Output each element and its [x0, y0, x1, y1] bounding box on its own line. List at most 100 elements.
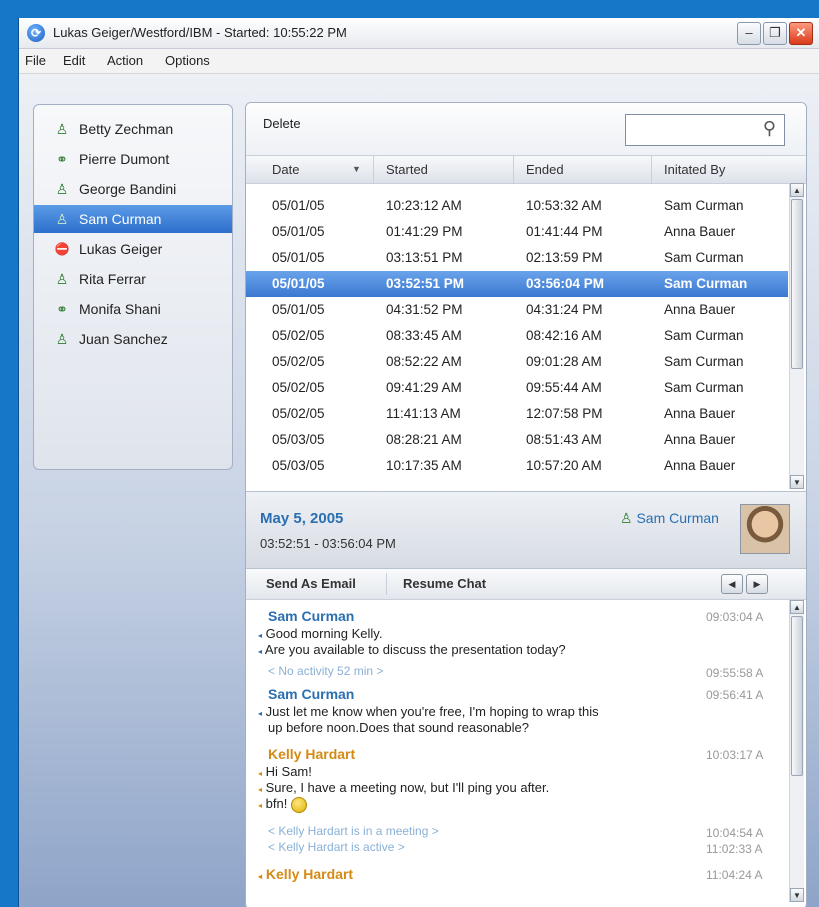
cell-date: 05/01/05 [272, 302, 325, 317]
table-row[interactable]: 05/01/05 04:31:52 PM 04:31:24 PM Anna Ba… [246, 297, 788, 323]
detail-person[interactable]: ♙ Sam Curman [620, 510, 719, 527]
column-date[interactable]: Date ▼ [246, 156, 374, 183]
column-ended[interactable]: Ended [514, 156, 652, 183]
title-bar[interactable]: ⟳ Lukas Geiger/Westford/IBM - Started: 1… [19, 18, 819, 49]
contact-name: Rita Ferrar [79, 271, 146, 287]
conversation-detail: May 5, 2005 03:52:51 - 03:56:04 PM ♙ Sam… [246, 491, 806, 569]
cell-date: 05/01/05 [272, 224, 325, 239]
app-icon: ⟳ [27, 24, 45, 42]
app-window: ⟳ Lukas Geiger/Westford/IBM - Started: 1… [18, 18, 819, 907]
message-line: ◂ bfn! [258, 796, 308, 813]
next-arrow-icon[interactable]: ▶ [746, 574, 768, 594]
scroll-up-icon[interactable]: ▲ [790, 183, 804, 197]
menu-options[interactable]: Options [165, 53, 210, 68]
table-row[interactable]: 05/01/05 01:41:29 PM 01:41:44 PM Anna Ba… [246, 219, 788, 245]
scroll-down-icon[interactable]: ▼ [790, 475, 804, 489]
search-input[interactable]: ⚲ [625, 114, 785, 146]
cell-ended: 10:53:32 AM [526, 198, 602, 213]
table-row-selected[interactable]: 05/01/05 03:52:51 PM 03:56:04 PM Sam Cur… [246, 271, 788, 297]
cell-initiated-by: Sam Curman [664, 328, 744, 343]
table-scrollbar[interactable]: ▲ ▼ [789, 183, 804, 489]
cell-initiated-by: Anna Bauer [664, 302, 736, 317]
cell-ended: 02:13:59 PM [526, 250, 603, 265]
scroll-thumb[interactable] [791, 199, 803, 369]
send-as-email-button[interactable]: Send As Email [266, 576, 356, 591]
cell-date: 05/03/05 [272, 432, 325, 447]
menu-action[interactable]: Action [107, 53, 143, 68]
table-row[interactable]: 05/01/05 03:13:51 PM 02:13:59 PM Sam Cur… [246, 245, 788, 271]
previous-arrow-icon[interactable]: ◀ [721, 574, 743, 594]
contact-name: Monifa Shani [79, 301, 161, 317]
contact-item[interactable]: ♙ Juan Sanchez [34, 325, 232, 353]
do-not-disturb-icon: ⛔ [54, 242, 70, 256]
message-time: 10:03:17 A [706, 748, 764, 762]
detail-date: May 5, 2005 [260, 510, 344, 527]
scroll-down-icon[interactable]: ▼ [790, 888, 804, 902]
contact-item-selected[interactable]: ♙ Sam Curman [34, 205, 232, 233]
contact-item[interactable]: ⚭ Pierre Dumont [34, 145, 232, 173]
cell-initiated-by: Anna Bauer [664, 432, 736, 447]
cell-ended: 12:07:58 PM [526, 406, 603, 421]
close-button[interactable]: ✕ [789, 22, 813, 45]
cell-started: 10:17:35 AM [386, 458, 462, 473]
table-row[interactable]: 05/03/05 10:17:35 AM 10:57:20 AM Anna Ba… [246, 453, 788, 479]
message-sender: Kelly Hardart [268, 746, 356, 762]
table-header: Date ▼ Started Ended Initated By [246, 155, 806, 184]
cell-ended: 04:31:24 PM [526, 302, 603, 317]
menu-file[interactable]: File [25, 53, 46, 68]
table-row[interactable]: 05/02/05 08:52:22 AM 09:01:28 AM Sam Cur… [246, 349, 788, 375]
table-row[interactable]: 05/02/05 11:41:13 AM 12:07:58 PM Anna Ba… [246, 401, 788, 427]
cell-initiated-by: Anna Bauer [664, 224, 736, 239]
cell-ended: 01:41:44 PM [526, 224, 603, 239]
person-icon: ♙ [55, 331, 69, 347]
table-row[interactable]: 05/02/05 08:33:45 AM 08:42:16 AM Sam Cur… [246, 323, 788, 349]
smiley-icon [291, 796, 308, 813]
person-icon: ♙ [55, 271, 69, 287]
contact-item[interactable]: ♙ George Bandini [34, 175, 232, 203]
cell-ended: 03:56:04 PM [526, 276, 605, 291]
table-row[interactable]: 05/01/05 10:23:12 AM 10:53:32 AM Sam Cur… [246, 193, 788, 219]
contact-item[interactable]: ♙ Rita Ferrar [34, 265, 232, 293]
menu-edit[interactable]: Edit [63, 53, 85, 68]
message-line: ◂ Good morning Kelly. [258, 626, 383, 641]
cell-date: 05/01/05 [272, 250, 325, 265]
cell-initiated-by: Anna Bauer [664, 406, 736, 421]
cell-ended: 09:55:44 AM [526, 380, 602, 395]
minimize-button[interactable]: – [737, 22, 761, 45]
delete-button[interactable]: Delete [263, 116, 301, 131]
table-row[interactable]: 05/02/05 09:41:29 AM 09:55:44 AM Sam Cur… [246, 375, 788, 401]
menu-bar: File Edit Action Options [19, 49, 819, 74]
chat-scrollbar[interactable]: ▲ ▼ [789, 600, 804, 902]
cell-date: 05/02/05 [272, 380, 325, 395]
message-sender: Sam Curman [268, 686, 355, 702]
contact-item[interactable]: ⛔ Lukas Geiger [34, 235, 232, 263]
column-started[interactable]: Started [374, 156, 514, 183]
message-time: 10:04:54 A [706, 826, 764, 840]
detail-person-name: Sam Curman [636, 510, 719, 526]
scroll-up-icon[interactable]: ▲ [790, 600, 804, 614]
scroll-thumb[interactable] [791, 616, 803, 776]
message-time: 09:55:58 A [706, 666, 764, 680]
resume-chat-button[interactable]: Resume Chat [403, 576, 486, 591]
chat-toolbar: Send As Email Resume Chat ◀ ▶ [246, 569, 806, 600]
cell-initiated-by: Sam Curman [664, 198, 744, 213]
cell-initiated-by: Sam Curman [664, 380, 744, 395]
contact-item[interactable]: ♙ Betty Zechman [34, 115, 232, 143]
message-time: 11:02:33 A [706, 842, 763, 856]
person-icon: ♙ [55, 121, 69, 137]
column-initiated-by[interactable]: Initated By [652, 156, 800, 183]
contact-list: ♙ Betty Zechman ⚭ Pierre Dumont ♙ George… [33, 104, 233, 470]
contact-item[interactable]: ⚭ Monifa Shani [34, 295, 232, 323]
person-icon: ♙ [55, 181, 69, 197]
search-icon[interactable]: ⚲ [763, 118, 776, 139]
message-line: ◂ Sure, I have a meeting now, but I'll p… [258, 780, 550, 795]
contact-name: Juan Sanchez [79, 331, 168, 347]
cell-date: 05/03/05 [272, 458, 325, 473]
message-sender: Sam Curman [268, 608, 355, 624]
message-time: 11:04:24 A [706, 868, 763, 882]
sort-down-icon: ▼ [352, 164, 361, 174]
cell-initiated-by: Sam Curman [664, 354, 744, 369]
table-row[interactable]: 05/03/05 08:28:21 AM 08:51:43 AM Anna Ba… [246, 427, 788, 453]
maximize-button[interactable]: ❐ [763, 22, 787, 45]
cell-date: 05/02/05 [272, 354, 325, 369]
